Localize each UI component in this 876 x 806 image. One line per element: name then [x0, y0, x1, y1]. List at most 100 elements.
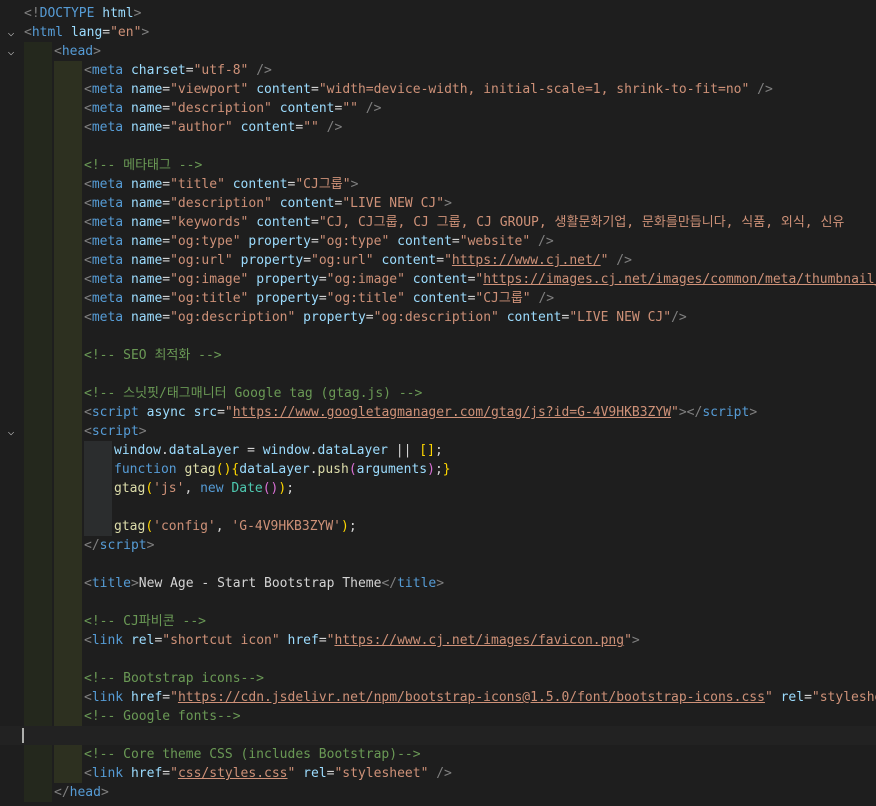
code-token: () — [215, 462, 232, 477]
code-token: content — [381, 253, 437, 268]
code-token: > — [100, 785, 109, 800]
code-line[interactable]: ⌵ <script> — [0, 422, 876, 441]
chevron-down-icon[interactable]: ⌵ — [4, 42, 18, 61]
code-line[interactable]: <!-- Core theme CSS (includes Bootstrap)… — [0, 745, 876, 764]
code-token: > — [631, 633, 640, 648]
code-token: "CJ그룹" — [475, 291, 531, 306]
code-line[interactable]: <!-- SEO 최적화 --> — [0, 346, 876, 365]
code-line[interactable]: <!-- CJ파비콘 --> — [0, 612, 876, 631]
code-line[interactable] — [0, 555, 876, 574]
code-line[interactable] — [0, 137, 876, 156]
code-token: script — [99, 538, 147, 553]
code-token: "og:url" — [170, 253, 233, 268]
indent-guide — [24, 118, 52, 137]
code-token: "og:description" — [170, 310, 296, 325]
indent-guide — [54, 555, 82, 574]
code-token: > — [146, 538, 155, 553]
code-text: <title>New Age - Start Bootstrap Theme</… — [84, 574, 444, 593]
indent-guide — [54, 270, 82, 289]
code-line[interactable] — [0, 498, 876, 517]
code-line[interactable] — [0, 650, 876, 669]
indent-guide — [24, 194, 52, 213]
code-line[interactable]: ⌵ <head> — [0, 42, 876, 61]
code-token: || — [387, 443, 420, 458]
code-token: "CJ그룹" — [295, 177, 351, 192]
code-line[interactable]: <meta name="description" content="" /> — [0, 99, 876, 118]
code-line[interactable]: <meta name="author" content="" /> — [0, 118, 876, 137]
code-line[interactable]: function gtag(){dataLayer.push(arguments… — [0, 460, 876, 479]
code-token: https://www.googletagmanager.com/gtag/js… — [232, 405, 672, 420]
code-token: content — [232, 177, 288, 192]
code-line[interactable]: <meta name="og:title" property="og:title… — [0, 289, 876, 308]
indent-guide — [54, 384, 82, 403]
code-line[interactable]: <meta name="description" content="LIVE N… — [0, 194, 876, 213]
code-token: = — [295, 120, 304, 135]
code-token: < — [84, 234, 92, 249]
code-line[interactable] — [0, 327, 876, 346]
code-token: = — [162, 253, 171, 268]
indent-guide — [24, 137, 52, 156]
code-line[interactable]: <script async src="https://www.googletag… — [0, 403, 876, 422]
code-line[interactable]: <link href="css/styles.css" rel="stylesh… — [0, 764, 876, 783]
code-token: content — [256, 82, 312, 97]
code-token: src — [193, 405, 218, 420]
code-token: < — [84, 253, 92, 268]
indent-guide — [54, 517, 82, 536]
indent-guide — [24, 460, 52, 479]
code-line[interactable]: <meta charset="utf-8" /> — [0, 61, 876, 80]
code-text: <script async src="https://www.googletag… — [84, 403, 757, 422]
code-text: <html lang="en"> — [24, 23, 149, 42]
code-line[interactable]: <meta name="viewport" content="width=dev… — [0, 80, 876, 99]
code-line[interactable]: <title>New Age - Start Bootstrap Theme</… — [0, 574, 876, 593]
indent-guide — [54, 498, 82, 517]
code-text: <!-- CJ파비콘 --> — [84, 612, 206, 631]
code-token: </ — [84, 538, 100, 553]
code-token: 'G-4V9HKB3ZYW' — [231, 519, 341, 534]
code-token: } — [442, 462, 451, 477]
code-line[interactable]: </script> — [0, 536, 876, 555]
code-line[interactable]: <link rel="shortcut icon" href="https://… — [0, 631, 876, 650]
code-editor[interactable]: <!DOCTYPE html> ⌵ <html lang="en"> ⌵ <head> <… — [0, 0, 876, 806]
code-token: href — [130, 690, 163, 705]
chevron-down-icon[interactable]: ⌵ — [4, 422, 18, 441]
indent-guide — [24, 384, 52, 403]
code-line[interactable]: <meta name="og:image" property="og:image… — [0, 270, 876, 289]
code-line[interactable]: <meta name="og:url" property="og:url" co… — [0, 251, 876, 270]
code-line[interactable] — [0, 726, 876, 745]
chevron-down-icon[interactable]: ⌵ — [4, 23, 18, 42]
indent-guide — [84, 441, 112, 460]
code-token: = — [303, 253, 312, 268]
code-line[interactable] — [0, 593, 876, 612]
code-line[interactable]: <meta name="title" content="CJ그룹"> — [0, 175, 876, 194]
code-line[interactable]: <!-- 스닛핏/태그매니터 Google tag (gtag.js) --> — [0, 384, 876, 403]
code-token: < — [84, 82, 92, 97]
code-line[interactable]: <link href="https://cdn.jsdelivr.net/npm… — [0, 688, 876, 707]
code-line[interactable]: <meta name="keywords" content="CJ, CJ그룹,… — [0, 213, 876, 232]
code-token: dataLayer — [168, 443, 240, 458]
code-token: dataLayer — [239, 462, 310, 477]
code-line[interactable] — [0, 365, 876, 384]
code-line[interactable]: ⌵ <html lang="en"> — [0, 23, 876, 42]
code-line[interactable]: <!-- 메타태그 --> — [0, 156, 876, 175]
code-line[interactable]: <meta name="og:type" property="og:type" … — [0, 232, 876, 251]
code-line[interactable]: gtag('config', 'G-4V9HKB3ZYW'); — [0, 517, 876, 536]
code-token: = — [365, 310, 374, 325]
code-line[interactable]: <meta name="og:description" property="og… — [0, 308, 876, 327]
code-line[interactable]: <!-- Google fonts--> — [0, 707, 876, 726]
code-line[interactable]: gtag('js', new Date()); — [0, 479, 876, 498]
code-token: property — [240, 253, 304, 268]
indent-guide — [84, 498, 112, 517]
code-token: = — [162, 272, 171, 287]
code-token: ; — [286, 481, 295, 496]
code-line[interactable]: <!DOCTYPE html> — [0, 4, 876, 23]
code-line[interactable]: window.dataLayer = window.dataLayer || [… — [0, 441, 876, 460]
code-token: "LIVE NEW CJ" — [569, 310, 672, 325]
code-token: () — [262, 481, 279, 496]
code-line[interactable]: </head> — [0, 783, 876, 802]
code-token: 'config' — [153, 519, 216, 534]
code-token: = — [162, 120, 171, 135]
code-token: /> — [671, 310, 687, 325]
code-token: meta — [91, 177, 124, 192]
code-line[interactable]: <!-- Bootstrap icons--> — [0, 669, 876, 688]
